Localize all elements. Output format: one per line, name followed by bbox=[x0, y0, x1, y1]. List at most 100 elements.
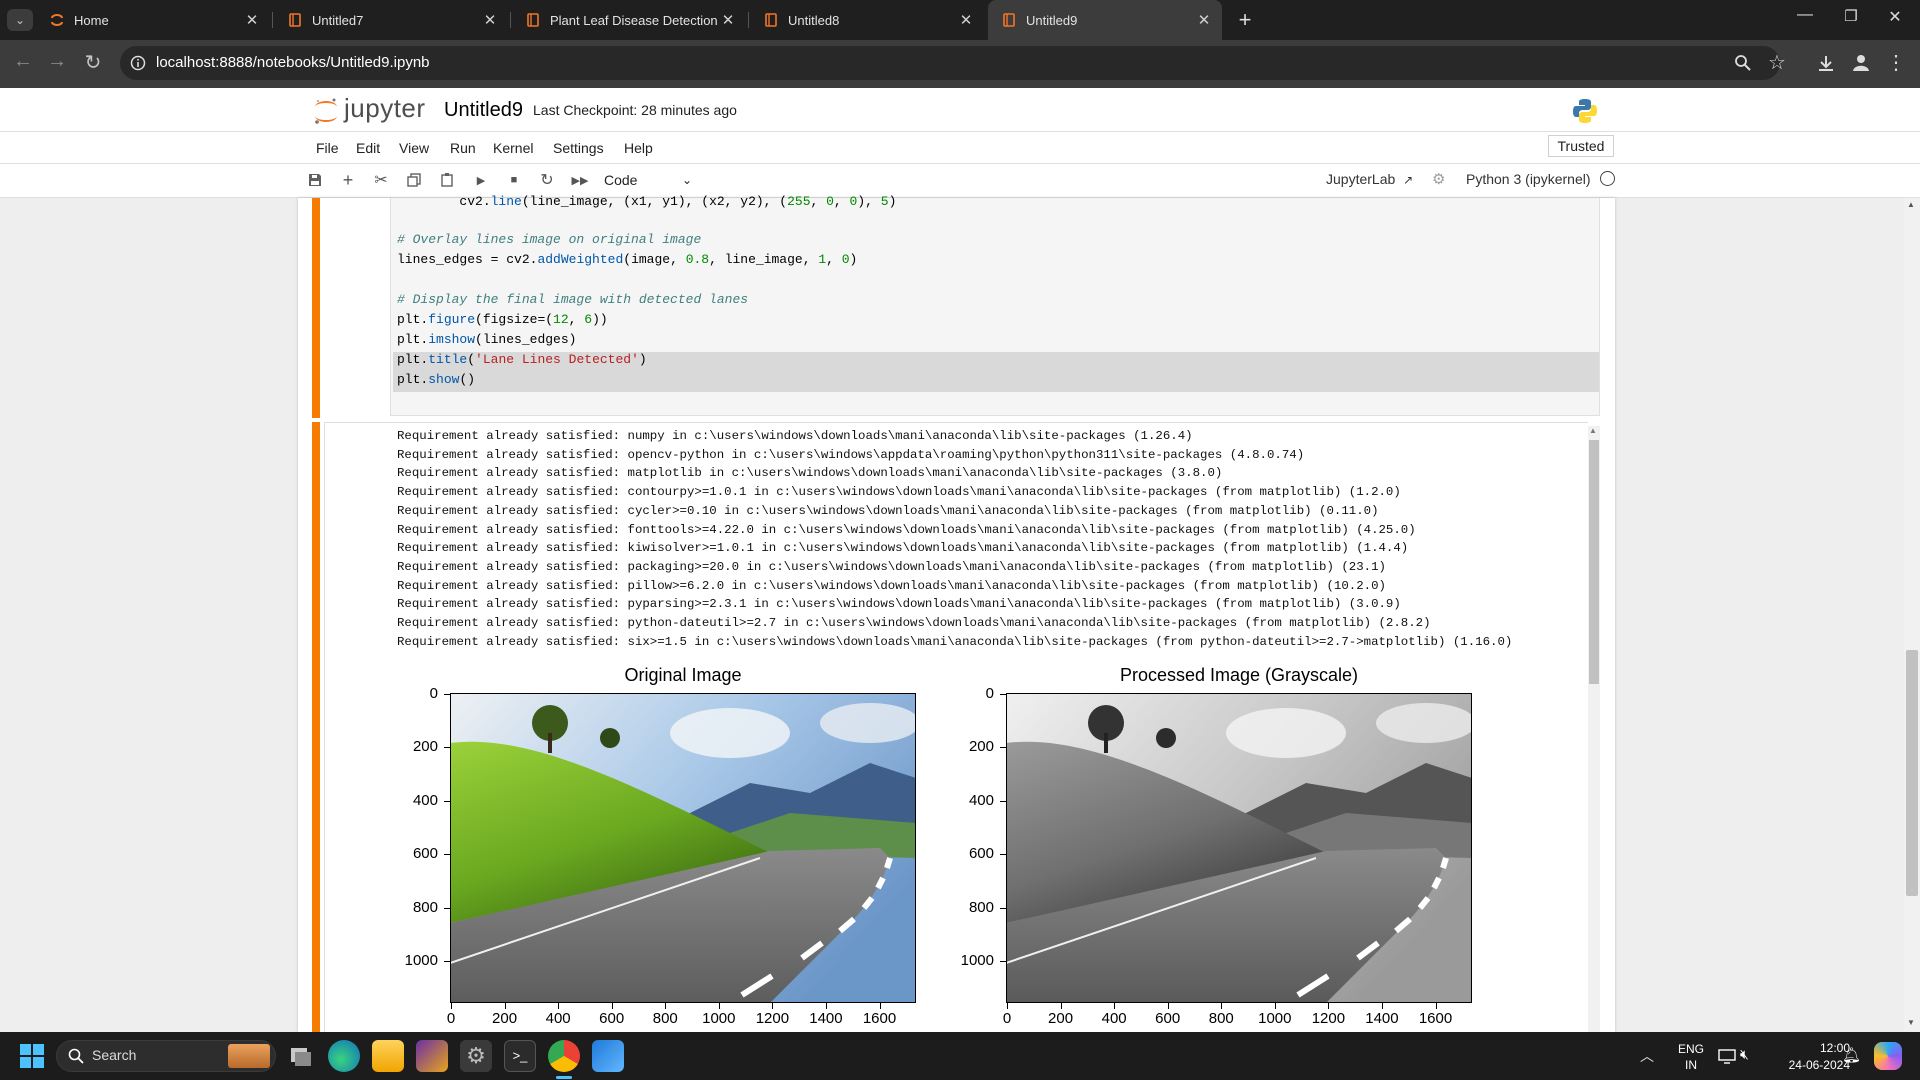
save-icon[interactable] bbox=[305, 170, 325, 190]
paste-icon[interactable] bbox=[437, 170, 457, 190]
profile-icon[interactable] bbox=[1851, 53, 1871, 73]
right-y-tick-label: 800 bbox=[968, 898, 994, 916]
right-x-tick-mark bbox=[1435, 1003, 1437, 1009]
volume-muted-icon[interactable]: 🔇︎ bbox=[1740, 1046, 1749, 1063]
page-scrollbar-thumb[interactable] bbox=[1906, 650, 1918, 896]
settings-icon[interactable]: ⚙ bbox=[460, 1040, 492, 1072]
left-x-tick-label: 200 bbox=[492, 1010, 518, 1027]
close-tab-icon[interactable]: ✕ bbox=[1196, 11, 1212, 29]
restart-run-all-icon[interactable]: ▶▶ bbox=[570, 170, 590, 190]
jupyterlab-label: JupyterLab bbox=[1326, 171, 1396, 187]
left-y-tick-label: 600 bbox=[412, 845, 438, 863]
code-line: lines_edges = cv2.addWeighted(image, 0.8… bbox=[397, 252, 858, 267]
right-x-tick-label: 600 bbox=[1155, 1010, 1181, 1027]
cell-type-select[interactable]: Code ⌄ bbox=[604, 169, 696, 191]
clock-date[interactable]: 24-06-2024 bbox=[1776, 1058, 1850, 1072]
menu-view[interactable]: View bbox=[399, 140, 429, 156]
tab-untitled9[interactable]: Untitled9 ✕ bbox=[988, 0, 1222, 40]
forward-icon[interactable]: → bbox=[44, 50, 70, 73]
trusted-badge[interactable]: Trusted bbox=[1548, 135, 1614, 157]
menu-run[interactable]: Run bbox=[450, 140, 476, 156]
right-x-tick-mark bbox=[1381, 1003, 1383, 1009]
task-view-icon[interactable] bbox=[285, 1040, 317, 1072]
close-tab-icon[interactable]: ✕ bbox=[720, 11, 736, 29]
terminal-icon[interactable]: >_ bbox=[504, 1040, 536, 1072]
left-y-tick-label: 0 bbox=[429, 685, 438, 702]
close-window-icon[interactable]: ✕ bbox=[1882, 7, 1908, 27]
page-scroll-down-icon[interactable]: ▼ bbox=[1907, 1018, 1915, 1027]
right-x-tick-label: 200 bbox=[1048, 1010, 1074, 1027]
code-comment: # Overlay lines image on original image bbox=[397, 232, 702, 247]
copilot-icon[interactable] bbox=[1874, 1042, 1902, 1070]
tray-chevron-up-icon[interactable]: ︿ bbox=[1640, 1046, 1654, 1066]
output-scrollbar-thumb[interactable] bbox=[1589, 440, 1599, 684]
language-bottom[interactable]: IN bbox=[1676, 1058, 1706, 1072]
restore-icon[interactable]: ❐ bbox=[1838, 7, 1864, 25]
restart-kernel-icon[interactable]: ↻ bbox=[537, 170, 557, 190]
page-scrollbar-track[interactable] bbox=[1904, 198, 1920, 1032]
site-info-icon[interactable] bbox=[130, 55, 146, 71]
menu-file[interactable]: File bbox=[316, 140, 339, 156]
kernel-settings-icon[interactable]: ⚙ bbox=[1432, 170, 1445, 188]
tab-home[interactable]: Home ✕ bbox=[36, 0, 270, 40]
language-top[interactable]: ENG bbox=[1676, 1042, 1706, 1056]
right-x-tick-mark bbox=[1114, 1003, 1116, 1009]
interrupt-kernel-icon[interactable]: ■ bbox=[504, 170, 524, 190]
zoom-icon[interactable] bbox=[1734, 54, 1752, 72]
scroll-up-arrow-icon[interactable]: ▲ bbox=[1589, 426, 1597, 435]
output-line: Requirement already satisfied: python-da… bbox=[397, 616, 1431, 630]
menu-settings[interactable]: Settings bbox=[553, 140, 604, 156]
clock-time[interactable]: 12:00 bbox=[1790, 1041, 1850, 1055]
browser-menu-icon[interactable]: ⋮ bbox=[1883, 50, 1909, 75]
right-y-tick-mark bbox=[1000, 961, 1006, 963]
jupyter-logo-text[interactable]: jupyter bbox=[344, 93, 426, 124]
menu-edit[interactable]: Edit bbox=[356, 140, 380, 156]
code-line: cv2.line(line_image, (x1, y1), (x2, y2),… bbox=[397, 194, 897, 209]
notification-bell-icon[interactable]: 🔔︎ bbox=[1842, 1046, 1861, 1064]
output-line: Requirement already satisfied: fonttools… bbox=[397, 522, 1416, 537]
tab-untitled8[interactable]: Untitled8 ✕ bbox=[750, 0, 984, 40]
cut-icon[interactable]: ✂ bbox=[371, 170, 391, 190]
back-icon[interactable]: ← bbox=[10, 50, 36, 73]
network-icon[interactable] bbox=[1718, 1047, 1736, 1065]
kernel-name[interactable]: Python 3 (ipykernel) bbox=[1466, 171, 1591, 187]
python-logo-icon bbox=[1573, 99, 1597, 123]
minimize-icon[interactable]: — bbox=[1792, 6, 1818, 24]
menu-kernel[interactable]: Kernel bbox=[493, 140, 533, 156]
app-icon-2[interactable] bbox=[592, 1040, 624, 1072]
url-text[interactable]: localhost:8888/notebooks/Untitled9.ipynb bbox=[156, 54, 430, 71]
tab-untitled7[interactable]: Untitled7 ✕ bbox=[274, 0, 508, 40]
active-cell-marker bbox=[312, 198, 320, 418]
app-icon[interactable] bbox=[416, 1040, 448, 1072]
notebook-name[interactable]: Untitled9 bbox=[444, 99, 523, 122]
close-tab-icon[interactable]: ✕ bbox=[958, 11, 974, 29]
right-y-tick-label: 600 bbox=[968, 845, 994, 863]
page-scroll-up-icon[interactable]: ▲ bbox=[1907, 200, 1915, 209]
left-x-tick-mark bbox=[451, 1003, 452, 1009]
windows-start-icon[interactable] bbox=[20, 1044, 44, 1068]
close-tab-icon[interactable]: ✕ bbox=[482, 11, 498, 29]
download-icon[interactable] bbox=[1816, 53, 1836, 73]
code-line: plt.show() bbox=[397, 372, 476, 387]
jupyter-logo-icon[interactable] bbox=[312, 95, 340, 127]
run-cell-icon[interactable]: ▶ bbox=[471, 170, 491, 190]
tab-plant-leaf[interactable]: Plant Leaf Disease Detection Sy ✕ bbox=[512, 0, 746, 40]
file-explorer-icon[interactable] bbox=[372, 1040, 404, 1072]
close-tab-icon[interactable]: ✕ bbox=[244, 11, 260, 29]
add-cell-icon[interactable]: + bbox=[338, 170, 358, 190]
edge-icon[interactable] bbox=[328, 1040, 360, 1072]
menu-help[interactable]: Help bbox=[624, 140, 653, 156]
copy-icon[interactable] bbox=[404, 170, 424, 190]
chrome-icon[interactable] bbox=[548, 1040, 580, 1072]
right-y-tick-label: 1000 bbox=[960, 952, 994, 970]
output-line: Requirement already satisfied: pillow>=6… bbox=[397, 578, 1386, 593]
left-x-tick-mark bbox=[558, 1003, 560, 1009]
new-tab-icon[interactable]: + bbox=[1232, 7, 1258, 33]
notebook-tab-icon bbox=[1003, 13, 1015, 27]
tab-search-icon[interactable]: ⌄ bbox=[7, 9, 33, 31]
jupyterlab-link[interactable]: JupyterLab ↗ bbox=[1326, 171, 1413, 187]
output-line: Requirement already satisfied: contourpy… bbox=[397, 485, 1401, 500]
bookmark-star-icon[interactable]: ☆ bbox=[1764, 50, 1790, 75]
reload-icon[interactable]: ↻ bbox=[80, 50, 106, 75]
right-x-tick-label: 1400 bbox=[1365, 1010, 1399, 1027]
